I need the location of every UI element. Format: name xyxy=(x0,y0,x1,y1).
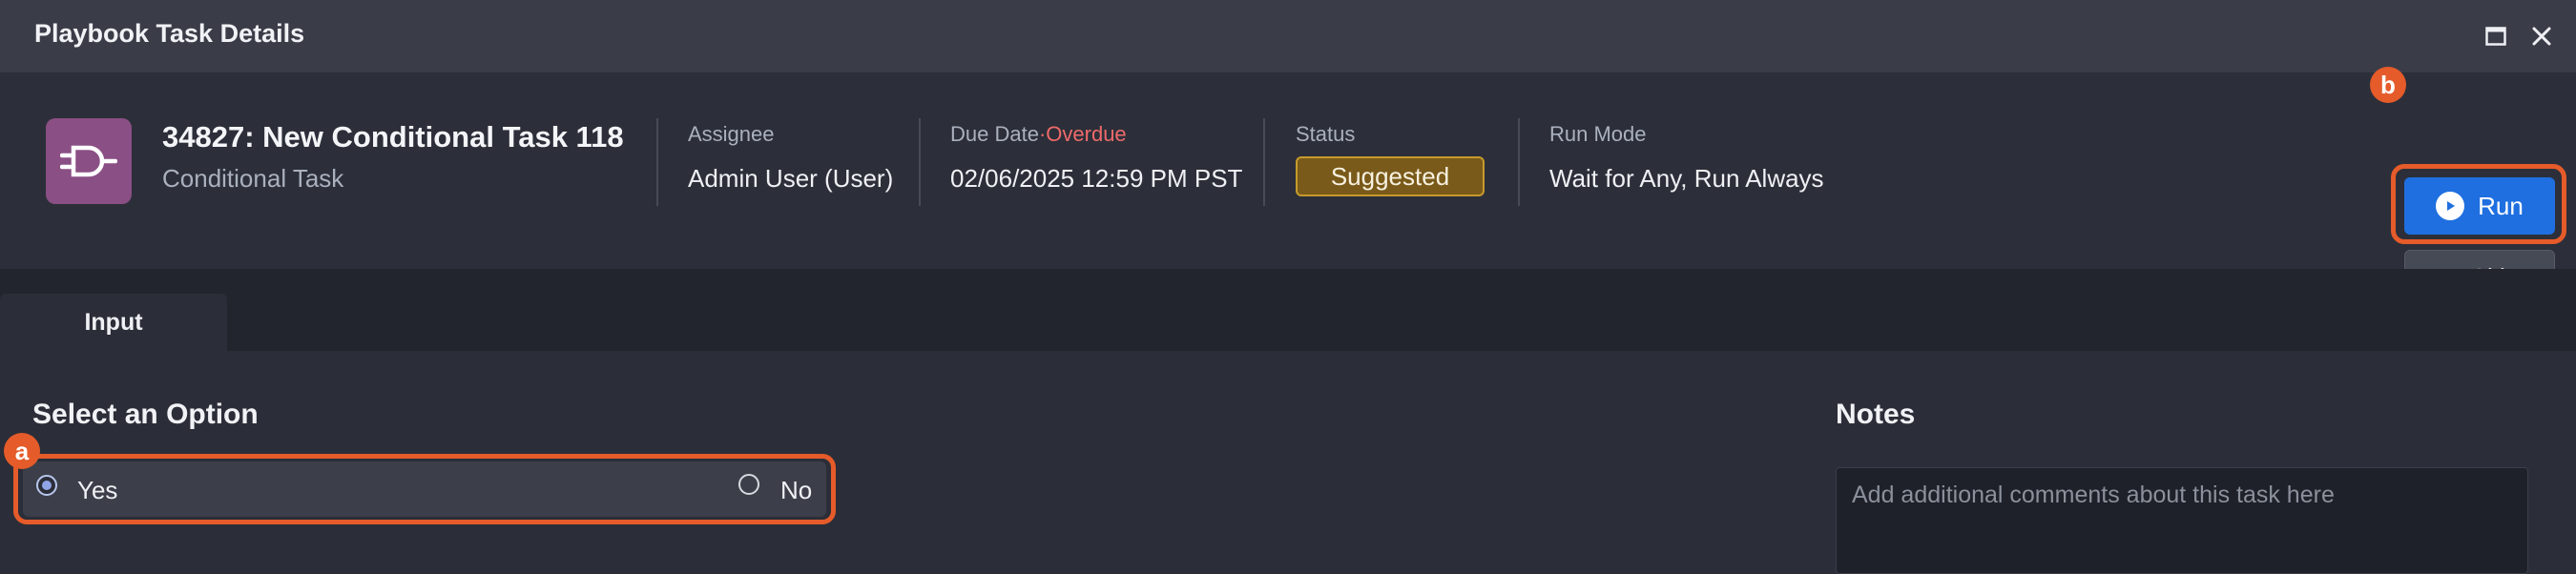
option-yes-label[interactable]: Yes xyxy=(77,476,117,505)
divider xyxy=(1518,118,1520,206)
annotation-marker-a: a xyxy=(4,433,40,469)
run-label: Run xyxy=(2478,191,2524,220)
select-option-title: Select an Option xyxy=(32,399,259,430)
task-header: 34827: New Conditional Task 118 Conditio… xyxy=(0,67,2576,305)
option-radio-group: Yes No xyxy=(23,461,826,517)
assignee-label: Assignee xyxy=(688,122,775,146)
overdue-indicator: Overdue xyxy=(1046,122,1127,146)
due-date-label-text: Due Date xyxy=(950,122,1039,146)
window-title: Playbook Task Details xyxy=(34,19,305,48)
task-type: Conditional Task xyxy=(162,164,344,193)
status-label: Status xyxy=(1296,122,1356,146)
conditional-plug-icon xyxy=(46,118,132,204)
radio-yes[interactable] xyxy=(36,475,57,496)
option-no-label[interactable]: No xyxy=(780,476,812,505)
notes-title: Notes xyxy=(1836,399,1916,430)
divider xyxy=(656,118,658,206)
notes-textarea[interactable] xyxy=(1836,467,2528,574)
divider xyxy=(1263,118,1265,206)
run-button[interactable]: Run xyxy=(2404,177,2555,235)
status-badge[interactable]: Suggested xyxy=(1296,156,1485,196)
close-icon[interactable] xyxy=(2526,21,2557,51)
radio-no[interactable] xyxy=(738,474,759,495)
play-icon xyxy=(2436,192,2465,220)
run-mode-label: Run Mode xyxy=(1549,122,1647,146)
window-titlebar: Playbook Task Details xyxy=(0,0,2576,72)
maximize-icon[interactable] xyxy=(2481,21,2511,51)
tab-input[interactable]: Input xyxy=(0,294,227,351)
tab-bar: Input xyxy=(0,269,2576,351)
run-mode-value[interactable]: Wait for Any, Run Always xyxy=(1549,164,1824,194)
divider xyxy=(919,118,921,206)
due-date-label: Due Date·Overdue xyxy=(950,122,1127,147)
task-title: 34827: New Conditional Task 118 xyxy=(162,120,624,154)
assignee-value[interactable]: Admin User (User) xyxy=(688,164,893,194)
annotation-marker-b: b xyxy=(2370,67,2406,103)
due-date-value[interactable]: 02/06/2025 12:59 PM PST xyxy=(950,164,1242,194)
